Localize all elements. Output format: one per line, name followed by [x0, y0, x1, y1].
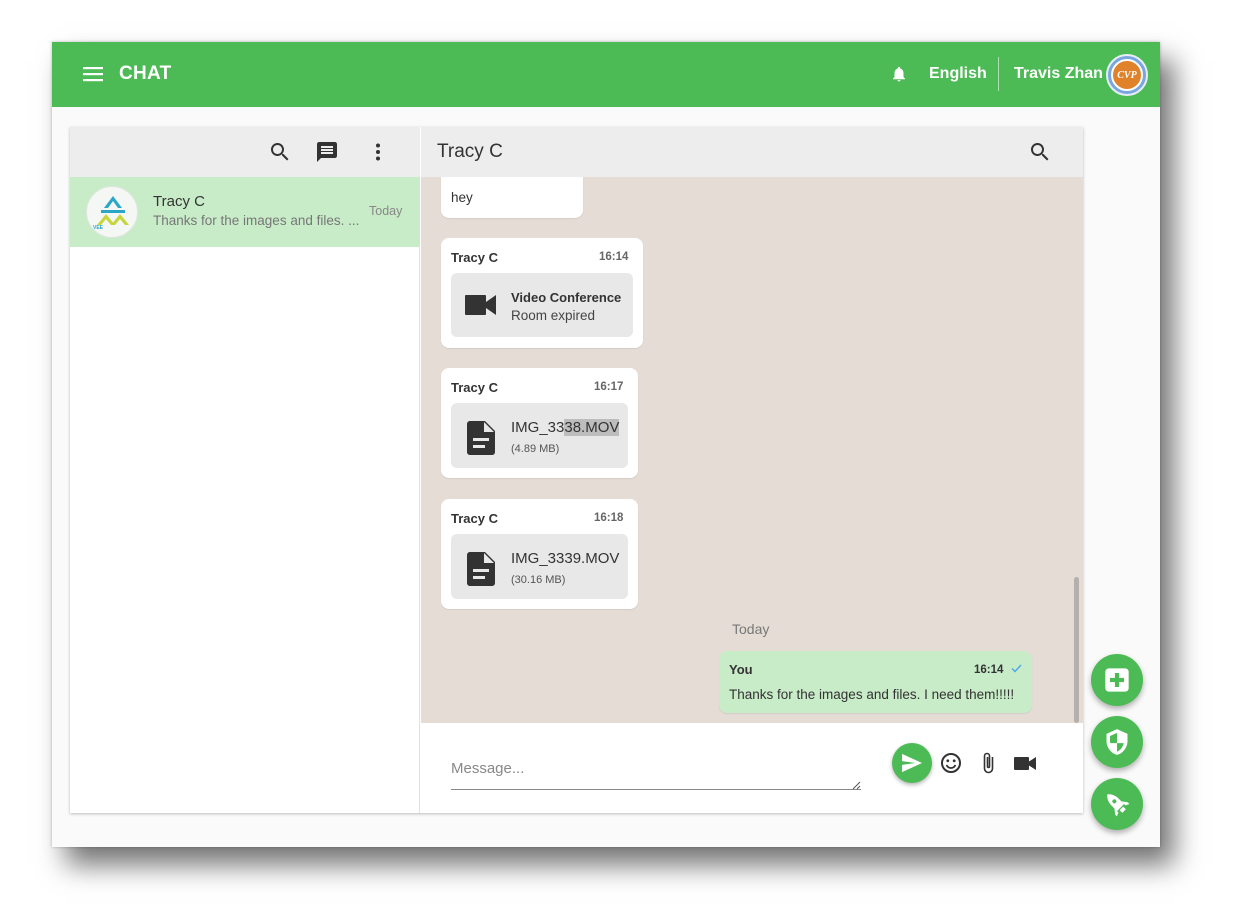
add-box-icon — [1105, 668, 1129, 692]
message-bubble: hey — [441, 177, 583, 218]
conversation-time: Today — [369, 204, 403, 218]
message-sender: Tracy C — [451, 250, 498, 265]
message-text: Thanks for the images and files. I need … — [729, 687, 1015, 702]
message-text: hey — [451, 190, 473, 205]
date-separator: Today — [732, 621, 770, 637]
conversation-item[interactable]: VEE Tracy C Thanks for the images and fi… — [70, 177, 420, 247]
contact-avatar: VEE — [86, 186, 138, 238]
chat-app-window: CHAT English Travis Zhan CVP VEE Tracy C… — [52, 42, 1160, 847]
attachment-title: Video Conference — [511, 290, 622, 305]
attachment-size: (4.89 MB) — [511, 443, 560, 455]
top-app-bar: CHAT English Travis Zhan CVP — [52, 42, 1160, 107]
videocam-icon — [465, 295, 496, 315]
message-bubble: Tracy C 16:17 IMG_3338.MOV (4.89 MB) — [441, 368, 638, 478]
app-title: CHAT — [119, 63, 172, 84]
message-time: 16:14 — [974, 664, 1004, 676]
language-selector[interactable]: English — [929, 65, 987, 83]
emoji-icon[interactable] — [939, 751, 963, 775]
message-time: 16:18 — [594, 512, 624, 524]
topbar-divider — [998, 57, 999, 91]
send-button[interactable] — [892, 743, 932, 783]
my-message-bubble: You 16:14 Thanks for the images and file… — [719, 651, 1032, 713]
shield-icon — [1106, 729, 1128, 755]
attachment-filename: IMG_3338.MOV — [511, 419, 620, 436]
more-vert-icon[interactable] — [366, 140, 390, 164]
videocam-icon[interactable] — [1013, 751, 1037, 775]
chat-title: Tracy C — [437, 141, 503, 162]
chat-search-icon[interactable] — [1028, 140, 1052, 164]
chat-area: Tracy C hey Tracy C 16:14 Video Conferen… — [421, 127, 1083, 813]
conversation-preview: Thanks for the images and files. ... — [153, 213, 360, 228]
file-attachment[interactable]: IMG_3338.MOV (4.89 MB) — [451, 403, 628, 468]
rocket-fab-button[interactable] — [1091, 778, 1143, 830]
rocket-icon — [1107, 794, 1130, 817]
filename-selected-part: 38.MOV — [564, 419, 620, 436]
file-icon — [467, 421, 495, 455]
message-time: 16:17 — [594, 381, 624, 393]
message-sender: Tracy C — [451, 380, 498, 395]
menu-icon[interactable] — [82, 64, 104, 84]
conversation-name: Tracy C — [153, 193, 205, 210]
search-icon[interactable] — [268, 140, 292, 164]
add-fab-button[interactable] — [1091, 654, 1143, 706]
check-icon — [1011, 664, 1022, 673]
attachment-subtitle: Room expired — [511, 308, 596, 323]
file-attachment[interactable]: IMG_3339.MOV (30.16 MB) — [451, 534, 628, 599]
attachment-filename: IMG_3339.MOV — [511, 550, 620, 567]
new-chat-icon[interactable] — [315, 140, 339, 164]
chat-header: Tracy C — [421, 127, 1083, 177]
resize-grip-icon[interactable] — [851, 780, 861, 790]
video-conference-card[interactable]: Video Conference Room expired — [451, 273, 633, 337]
chat-panel: VEE Tracy C Thanks for the images and fi… — [70, 127, 1083, 813]
bell-icon[interactable] — [890, 65, 908, 83]
message-time: 16:14 — [599, 251, 629, 263]
message-sender: You — [729, 662, 753, 677]
message-scrollbar[interactable] — [1074, 577, 1079, 723]
attachment-size: (30.16 MB) — [511, 574, 566, 586]
conversation-sidebar: VEE Tracy C Thanks for the images and fi… — [70, 127, 420, 813]
shield-fab-button[interactable] — [1091, 716, 1143, 768]
message-sender: Tracy C — [451, 511, 498, 526]
user-avatar[interactable]: CVP — [1106, 54, 1148, 96]
file-icon — [467, 552, 495, 586]
user-name[interactable]: Travis Zhan — [1014, 65, 1103, 83]
message-bubble: Tracy C 16:14 Video Conference Room expi… — [441, 238, 643, 348]
message-composer — [421, 723, 1083, 813]
send-icon — [902, 753, 922, 773]
sidebar-header — [70, 127, 420, 177]
filename-part: IMG_33 — [511, 419, 565, 436]
message-bubble: Tracy C 16:18 IMG_3339.MOV (30.16 MB) — [441, 499, 638, 609]
message-list[interactable]: hey Tracy C 16:14 Video Conference Room … — [421, 177, 1083, 723]
attach-icon[interactable] — [976, 751, 1000, 775]
avatar-logo-text: CVP — [1111, 59, 1143, 91]
message-input[interactable] — [451, 748, 861, 790]
contact-logo-text: VEE — [93, 225, 104, 231]
